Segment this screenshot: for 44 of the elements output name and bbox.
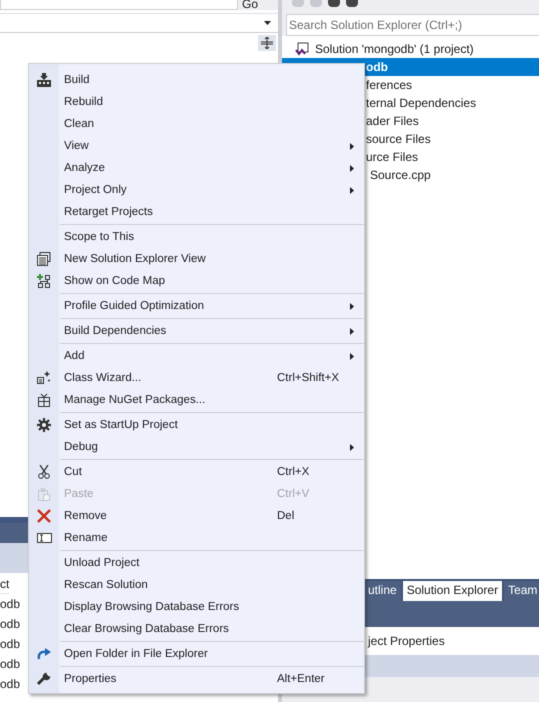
menu-item[interactable]: Properties Alt+Enter: [29, 668, 364, 690]
table-cell-text: odb: [0, 596, 20, 613]
search-field[interactable]: Search Solution Explorer (Ctrl+;): [286, 14, 539, 36]
menu-item[interactable]: Debug: [29, 436, 364, 458]
table-cell-text: odb: [0, 616, 20, 633]
table-cell-text: odb: [0, 676, 20, 693]
menu-item[interactable]: Class Wizard... Ctrl+Shift+X: [29, 367, 364, 389]
menu-item[interactable]: Manage NuGet Packages...: [29, 389, 364, 411]
menu-item[interactable]: Clear Browsing Database Errors: [29, 618, 364, 640]
panel-tab[interactable]: Solution Explorer: [402, 581, 502, 601]
menu-item[interactable]: Scope to This: [29, 226, 364, 248]
tree-item[interactable]: Solution 'mongodb' (1 project): [282, 40, 539, 58]
panel-tab[interactable]: Team: [504, 581, 539, 601]
menu-item[interactable]: Cut Ctrl+X: [29, 461, 364, 483]
menu-item[interactable]: Display Browsing Database Errors: [29, 596, 364, 618]
tree-label: ferences: [366, 78, 412, 92]
menu-item[interactable]: Set as StartUp Project: [29, 414, 364, 436]
menu-item[interactable]: View: [29, 135, 364, 157]
menu-item[interactable]: Analyze: [29, 157, 364, 179]
menu-item[interactable]: Open Folder in File Explorer: [29, 643, 364, 665]
menu-item[interactable]: New Solution Explorer View: [29, 248, 364, 270]
table-cell-text: odb: [0, 656, 20, 673]
tree-label: Solution 'mongodb' (1 project): [315, 42, 474, 56]
menu-item[interactable]: Add: [29, 345, 364, 367]
column-header[interactable]: ct: [0, 573, 10, 594]
menu-item[interactable]: Clean: [29, 113, 364, 135]
menu-item[interactable]: Rescan Solution: [29, 574, 364, 596]
menu-item[interactable]: Unload Project: [29, 552, 364, 574]
menu-item[interactable]: Rebuild: [29, 91, 364, 113]
tree-label: urce Files: [366, 150, 418, 164]
table-cell-text: odb: [0, 636, 20, 653]
menu-item[interactable]: Retarget Projects: [29, 201, 364, 223]
tree-label: ternal Dependencies: [366, 96, 476, 110]
tree-label: source Files: [366, 132, 431, 146]
properties-title: ject Properties: [368, 634, 445, 648]
tree-label: odb: [366, 60, 388, 74]
menu-item[interactable]: Show on Code Map: [29, 270, 364, 292]
menu-item[interactable]: Profile Guided Optimization: [29, 295, 364, 317]
menu-item[interactable]: Project Only: [29, 179, 364, 201]
tree-label: ader Files: [366, 114, 419, 128]
tree-label: Source.cpp: [370, 168, 431, 182]
menu-item[interactable]: Rename: [29, 527, 364, 549]
menu-item[interactable]: Remove Del: [29, 505, 364, 527]
menu-item[interactable]: Build Dependencies: [29, 320, 364, 342]
